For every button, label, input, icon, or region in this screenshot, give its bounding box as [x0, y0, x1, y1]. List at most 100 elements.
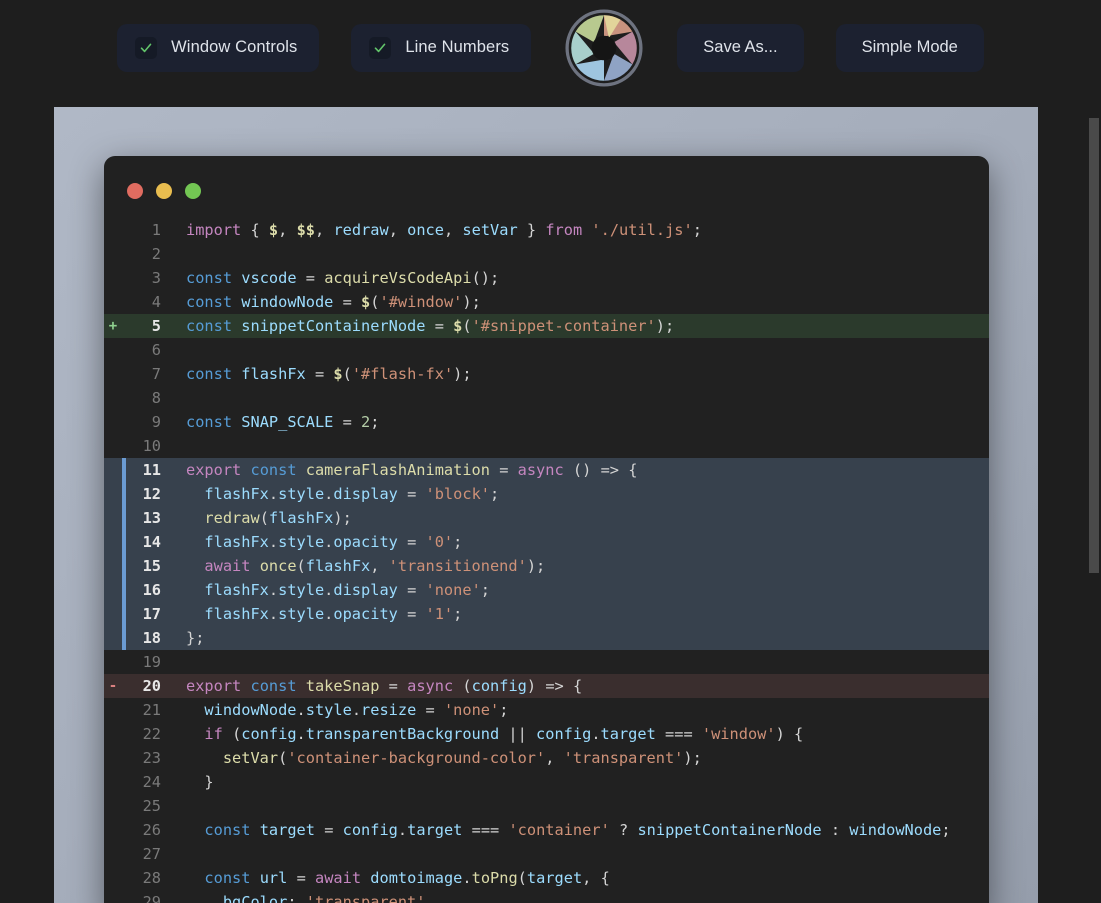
preview-stage: 1 import { $, $$, redraw, once, setVar } …	[0, 107, 1101, 903]
line-number: 6	[151, 341, 161, 359]
toggle-line-numbers[interactable]: Line Numbers	[351, 23, 532, 72]
code-line[interactable]: 15 await once(flashFx, 'transitionend');	[104, 554, 989, 578]
code-line[interactable]: 21 windowNode.style.resize = 'none';	[104, 698, 989, 722]
aperture-icon[interactable]	[563, 7, 645, 89]
line-number: 21	[142, 701, 161, 719]
line-number: 5	[151, 317, 161, 335]
code-line[interactable]: 8	[104, 386, 989, 410]
code-line[interactable]: 24 }	[104, 770, 989, 794]
code-line[interactable]: 10	[104, 434, 989, 458]
code-line[interactable]: 29 bgColor: 'transparent',	[104, 890, 989, 903]
toggle-line-numbers-label: Line Numbers	[405, 38, 510, 56]
vertical-scrollbar[interactable]	[1086, 107, 1101, 903]
line-content[interactable]: }	[166, 770, 989, 794]
line-content[interactable]: bgColor: 'transparent',	[166, 890, 989, 903]
line-number: 1	[151, 221, 161, 239]
line-number: 13	[142, 509, 161, 527]
line-content[interactable]: const target = config.target === 'contai…	[166, 818, 989, 842]
code-line[interactable]: 4 const windowNode = $('#window');	[104, 290, 989, 314]
code-line[interactable]: 19	[104, 650, 989, 674]
line-number: 14	[142, 533, 161, 551]
code-line[interactable]: 25	[104, 794, 989, 818]
diff-marker: -	[108, 678, 118, 694]
code-line[interactable]: 27	[104, 842, 989, 866]
code-line[interactable]: 26 const target = config.target === 'con…	[104, 818, 989, 842]
line-number: 27	[142, 845, 161, 863]
line-number: 29	[142, 893, 161, 903]
line-number: 15	[142, 557, 161, 575]
line-content[interactable]: if (config.transparentBackground || conf…	[166, 722, 989, 746]
check-icon[interactable]	[135, 36, 158, 59]
line-content[interactable]: import { $, $$, redraw, once, setVar } f…	[166, 218, 989, 242]
code-line[interactable]: 9 const SNAP_SCALE = 2;	[104, 410, 989, 434]
line-content[interactable]: };	[166, 626, 989, 650]
line-number: 16	[142, 581, 161, 599]
code-line[interactable]: 3 const vscode = acquireVsCodeApi();	[104, 266, 989, 290]
code-editor[interactable]: 1 import { $, $$, redraw, once, setVar } …	[104, 212, 989, 903]
code-line[interactable]: 16 flashFx.style.display = 'none';	[104, 578, 989, 602]
line-content[interactable]: export const cameraFlashAnimation = asyn…	[166, 458, 989, 482]
code-window: 1 import { $, $$, redraw, once, setVar } …	[104, 156, 989, 903]
code-line[interactable]: 1 import { $, $$, redraw, once, setVar } …	[104, 218, 989, 242]
code-line[interactable]: 7 const flashFx = $('#flash-fx');	[104, 362, 989, 386]
line-content[interactable]: flashFx.style.opacity = '1';	[166, 602, 989, 626]
line-number: 7	[151, 365, 161, 383]
line-number: 2	[151, 245, 161, 263]
line-content[interactable]: redraw(flashFx);	[166, 506, 989, 530]
code-line[interactable]: 11 export const cameraFlashAnimation = as…	[104, 458, 989, 482]
line-number: 8	[151, 389, 161, 407]
close-dot[interactable]	[127, 183, 143, 199]
line-number: 18	[142, 629, 161, 647]
save-as-button[interactable]: Save As...	[677, 23, 804, 72]
code-line[interactable]: 12 flashFx.style.display = 'block';	[104, 482, 989, 506]
line-content[interactable]: const url = await domtoimage.toPng(targe…	[166, 866, 989, 890]
code-line[interactable]: 18};	[104, 626, 989, 650]
line-number: 24	[142, 773, 161, 791]
toggle-window-controls[interactable]: Window Controls	[117, 23, 320, 72]
maximize-dot[interactable]	[185, 183, 201, 199]
line-number: 9	[151, 413, 161, 431]
line-number: 3	[151, 269, 161, 287]
line-content[interactable]: setVar('container-background-color', 'tr…	[166, 746, 989, 770]
line-content[interactable]: flashFx.style.display = 'none';	[166, 578, 989, 602]
line-number: 19	[142, 653, 161, 671]
line-content[interactable]: const vscode = acquireVsCodeApi();	[166, 266, 989, 290]
check-icon[interactable]	[369, 36, 392, 59]
code-line[interactable]: 22 if (config.transparentBackground || c…	[104, 722, 989, 746]
line-content[interactable]: const SNAP_SCALE = 2;	[166, 410, 989, 434]
minimize-dot[interactable]	[156, 183, 172, 199]
line-content[interactable]: const flashFx = $('#flash-fx');	[166, 362, 989, 386]
code-line[interactable]: 23 setVar('container-background-color', …	[104, 746, 989, 770]
line-content[interactable]: await once(flashFx, 'transitionend');	[166, 554, 989, 578]
scrollbar-thumb[interactable]	[1089, 118, 1099, 573]
line-number: 25	[142, 797, 161, 815]
code-line[interactable]: 2	[104, 242, 989, 266]
code-line[interactable]: - 20 export const takeSnap = async (config…	[104, 674, 989, 698]
line-content[interactable]: const snippetContainerNode = $('#snippet…	[166, 314, 989, 338]
simple-mode-button[interactable]: Simple Mode	[835, 23, 984, 72]
line-content[interactable]: windowNode.style.resize = 'none';	[166, 698, 989, 722]
line-content[interactable]: const windowNode = $('#window');	[166, 290, 989, 314]
line-content[interactable]: flashFx.style.display = 'block';	[166, 482, 989, 506]
line-number: 22	[142, 725, 161, 743]
top-toolbar: Window Controls Line Numbers Save As... …	[0, 0, 1101, 107]
diff-marker: +	[108, 318, 118, 334]
line-number: 17	[142, 605, 161, 623]
line-number: 11	[142, 461, 161, 479]
line-number: 26	[142, 821, 161, 839]
window-controls	[104, 156, 989, 212]
code-line[interactable]: 17 flashFx.style.opacity = '1';	[104, 602, 989, 626]
line-content[interactable]: flashFx.style.opacity = '0';	[166, 530, 989, 554]
line-number: 4	[151, 293, 161, 311]
line-number: 20	[142, 677, 161, 695]
toggle-window-controls-label: Window Controls	[171, 38, 298, 56]
code-line[interactable]: 6	[104, 338, 989, 362]
line-number: 12	[142, 485, 161, 503]
line-number: 10	[142, 437, 161, 455]
code-line[interactable]: +5 const snippetContainerNode = $('#snipp…	[104, 314, 989, 338]
code-line[interactable]: 14 flashFx.style.opacity = '0';	[104, 530, 989, 554]
code-line[interactable]: 28 const url = await domtoimage.toPng(ta…	[104, 866, 989, 890]
line-number: 28	[142, 869, 161, 887]
line-content[interactable]: export const takeSnap = async (config) =…	[166, 674, 989, 698]
code-line[interactable]: 13 redraw(flashFx);	[104, 506, 989, 530]
